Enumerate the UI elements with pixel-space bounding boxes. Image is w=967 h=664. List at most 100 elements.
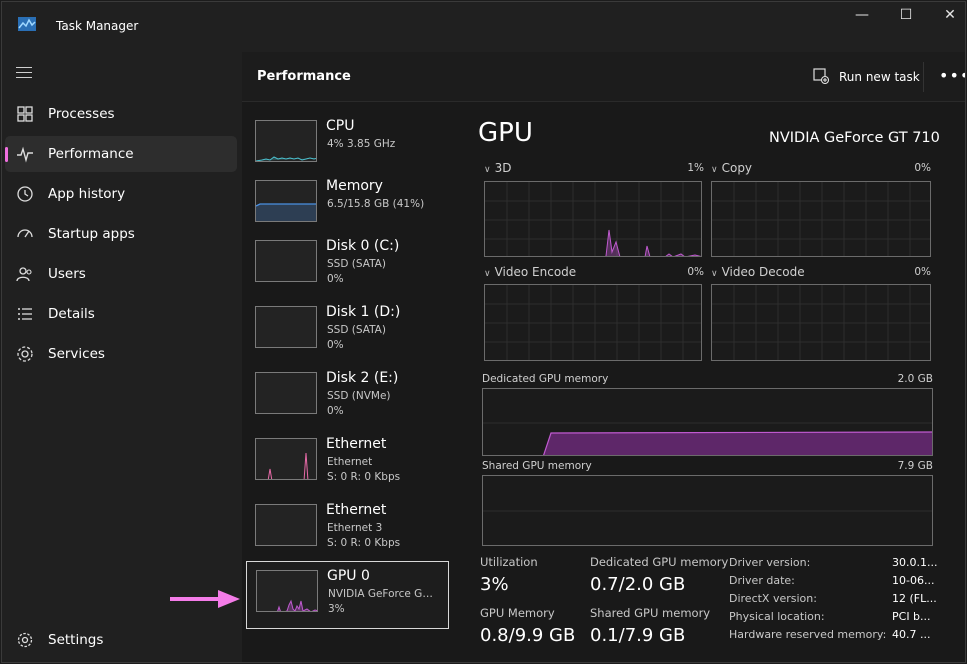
minimize-button[interactable]: — [840,6,884,26]
services-icon [17,346,33,362]
device-name: CPU [326,118,355,134]
page-title: Performance [257,69,351,84]
device-detail: SSD (SATA) [327,258,386,270]
directx-version-value: 12 (FL... [892,592,937,605]
disk-0-thumbnail-graph [255,240,317,282]
task-manager-window: Task Manager — ☐ ✕ Processes Performance… [1,1,966,663]
gpu-thumbnail-graph [256,570,318,612]
sidebar-item-label: Details [48,306,95,322]
sidebar-item-details[interactable]: Details [5,296,237,332]
dedicated-memory-max: 2.0 GB [897,373,933,385]
device-cpu[interactable]: CPU 4% 3.85 GHz [246,112,449,178]
graph-3d [484,181,702,257]
sidebar: Processes Performance App history Startu… [2,52,242,662]
engine-percent-copy: 0% [914,162,931,174]
device-disk-1[interactable]: Disk 1 (D:) SSD (SATA) 0% [246,298,449,364]
hardware-reserved-memory-value: 40.7 ... [892,628,931,641]
startup-icon [17,229,33,238]
device-memory[interactable]: Memory 6.5/15.8 GB (41%) [246,172,449,238]
device-name: Disk 0 (C:) [326,238,400,254]
detail-title: GPU [478,118,533,148]
app-title: Task Manager [56,19,139,33]
header-divider [923,62,924,92]
memory-thumbnail-graph [255,180,317,222]
engine-percent-3d: 1% [687,162,704,174]
history-icon [17,186,33,202]
directx-version-label: DirectX version: [729,592,817,605]
device-name: Disk 1 (D:) [326,304,401,320]
device-throughput: S: 0 R: 0 Kbps [327,537,401,549]
device-gpu-0[interactable]: GPU 0 NVIDIA GeForce G… 3% [246,561,449,629]
chevron-down-icon: ∨ [484,165,491,175]
sidebar-item-users[interactable]: Users [5,256,237,292]
dedicated-memory-label: Dedicated GPU memory [482,373,609,385]
performance-icon [17,146,33,163]
graph-video-encode [484,284,702,361]
hardware-reserved-memory-label: Hardware reserved memory: [729,628,887,641]
processes-icon [17,106,33,122]
users-icon [16,267,32,282]
sidebar-item-app-history[interactable]: App history [5,176,237,212]
device-detail: 4% 3.85 GHz [327,138,396,150]
utilization-label: Utilization [480,555,538,569]
sidebar-item-label: Services [48,346,105,362]
device-disk-2[interactable]: Disk 2 (E:) SSD (NVMe) 0% [246,364,449,430]
sidebar-item-settings[interactable]: Settings [5,622,237,658]
task-manager-icon [18,17,36,31]
device-ethernet-3[interactable]: Ethernet Ethernet 3 S: 0 R: 0 Kbps [246,496,449,562]
ethernet-3-thumbnail-graph [255,504,317,546]
driver-date-label: Driver date: [729,574,795,587]
more-options-icon[interactable]: ••• [939,66,965,85]
sidebar-item-label: App history [48,186,126,202]
maximize-button[interactable]: ☐ [884,6,928,26]
device-usage: 0% [327,405,344,417]
shared-memory-graph [482,475,933,546]
sidebar-item-services[interactable]: Services [5,336,237,372]
device-name: Disk 2 (E:) [326,370,399,386]
device-ethernet[interactable]: Ethernet Ethernet S: 0 R: 0 Kbps [246,430,449,496]
hamburger-menu-icon[interactable] [16,67,32,81]
settings-label: Settings [48,632,104,648]
physical-location-label: Physical location: [729,610,825,623]
engine-percent-video-encode: 0% [687,266,704,278]
sidebar-item-processes[interactable]: Processes [5,96,237,132]
gpu-memory-label: GPU Memory [480,606,555,620]
dedicated-gpu-memory-label: Dedicated GPU memory [590,555,729,569]
device-detail: SSD (SATA) [327,324,386,336]
device-detail: Ethernet [327,456,373,468]
device-detail: 6.5/15.8 GB (41%) [327,198,425,210]
gear-icon [17,632,33,648]
driver-date-value: 10-06... [892,574,935,587]
dedicated-gpu-memory-value: 0.7/2.0 GB [590,574,686,595]
close-button[interactable]: ✕ [928,6,965,26]
chevron-down-icon: ∨ [711,165,718,175]
device-usage: 3% [328,603,345,615]
shared-gpu-memory-label: Shared GPU memory [590,606,711,620]
page-header: Performance Run new task ••• [242,52,965,102]
details-icon [18,308,32,320]
device-disk-0[interactable]: Disk 0 (C:) SSD (SATA) 0% [246,232,449,298]
chevron-down-icon: ∨ [484,269,491,279]
engine-selector-3d[interactable]: ∨ 3D [484,161,511,175]
run-new-task-label: Run new task [839,70,920,84]
new-task-icon [813,68,829,84]
graph-copy [711,181,931,257]
shared-gpu-memory-value: 0.1/7.9 GB [590,625,686,646]
sidebar-item-startup-apps[interactable]: Startup apps [5,216,237,252]
device-name: GPU 0 [327,568,370,584]
shared-memory-label: Shared GPU memory [482,460,592,472]
sidebar-item-label: Processes [48,106,115,122]
engine-selector-video-encode[interactable]: ∨ Video Encode [484,265,576,279]
engine-selector-copy[interactable]: ∨ Copy [711,161,752,175]
sidebar-item-performance[interactable]: Performance [5,136,237,172]
graph-video-decode [711,284,931,361]
device-usage: 0% [327,339,344,351]
main-panel: Performance Run new task ••• CPU 4% 3.85… [242,52,965,662]
engine-percent-video-decode: 0% [914,266,931,278]
sidebar-item-label: Performance [48,146,134,162]
device-detail: Ethernet 3 [327,522,383,534]
utilization-value: 3% [480,574,509,595]
engine-selector-video-decode[interactable]: ∨ Video Decode [711,265,805,279]
device-name: Memory [326,178,383,194]
sidebar-item-label: Startup apps [48,226,135,242]
